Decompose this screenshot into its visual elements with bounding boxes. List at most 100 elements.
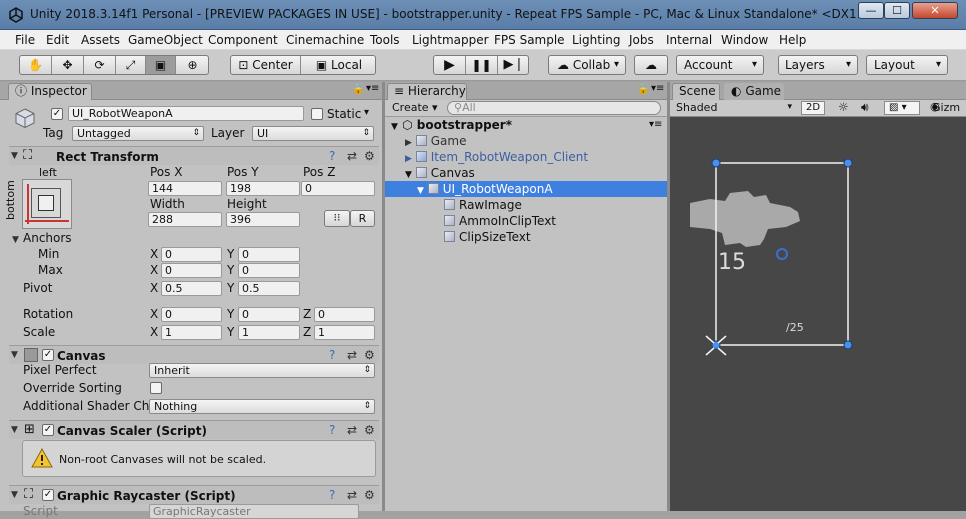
play-button[interactable]: ▶ [434, 56, 466, 74]
scene-viewport[interactable]: 15 /25 [670, 117, 966, 511]
maximize-button[interactable]: ☐ [884, 2, 910, 19]
hand-tool-icon[interactable]: ✋ [20, 56, 52, 74]
menu-tools[interactable]: Tools [370, 33, 400, 47]
tab-hierarchy[interactable]: ≡ Hierarchy [387, 83, 467, 100]
hierarchy-item-canvas[interactable]: ▼ Canvas [405, 165, 475, 181]
tab-scene[interactable]: Scene [672, 83, 720, 100]
hierarchy-search-input[interactable]: ⚲All [447, 101, 661, 115]
anchor-min-y-field[interactable]: 0 [238, 247, 300, 262]
shading-mode-dropdown[interactable]: Shaded ▾ [676, 101, 794, 115]
effects-dropdown[interactable]: ▨ ▾ [884, 101, 920, 115]
static-checkbox[interactable] [311, 108, 323, 120]
hierarchy-item-ui-robotweapona[interactable]: ▼ UI_RobotWeaponA [385, 181, 667, 197]
posz-field[interactable]: 0 [301, 181, 375, 196]
transform-tool-icon[interactable]: ⊕ [176, 56, 208, 74]
minimize-button[interactable]: — [858, 2, 884, 19]
hierarchy-lock-icon[interactable]: 🔒 [637, 84, 649, 95]
hierarchy-item-clipsize[interactable]: ClipSizeText [444, 229, 531, 245]
menu-fps-sample[interactable]: FPS Sample [494, 33, 565, 47]
menu-component[interactable]: Component [208, 33, 278, 47]
posx-field[interactable]: 144 [148, 181, 222, 196]
canvas-enabled-checkbox[interactable]: ✓ [42, 349, 54, 361]
move-tool-icon[interactable]: ✥ [52, 56, 84, 74]
anchors-foldout-icon[interactable]: ▼ [12, 235, 19, 245]
menu-internal[interactable]: Internal [666, 33, 712, 47]
rotation-z-field[interactable]: 0 [314, 307, 375, 322]
lighting-toggle-icon[interactable]: ☼ [838, 100, 849, 114]
pivot-x-field[interactable]: 0.5 [161, 281, 222, 296]
menu-file[interactable]: File [15, 33, 35, 47]
collab-dropdown[interactable]: ☁ Collab [548, 55, 626, 75]
close-button[interactable]: ✕ [912, 2, 958, 19]
shader-channels-dropdown[interactable]: Nothing [149, 399, 375, 414]
scaler-help-icon[interactable]: ? [329, 423, 335, 437]
menu-assets[interactable]: Assets [81, 33, 120, 47]
raw-edit-button[interactable]: R [350, 210, 375, 227]
canvas-settings-icon[interactable]: ⚙ [364, 348, 375, 362]
scale-z-field[interactable]: 1 [314, 325, 375, 340]
scene-menu-icon[interactable]: ▾≡ [649, 117, 662, 133]
help-icon[interactable]: ? [329, 149, 335, 163]
anchor-presets-button[interactable] [22, 179, 72, 229]
hierarchy-item-ammoinclip[interactable]: AmmoInClipText [444, 213, 556, 229]
active-checkbox[interactable]: ✓ [51, 108, 63, 120]
canvas-header[interactable]: ▼ ✓ Canvas ? ⇄ ⚙ [9, 345, 379, 364]
menu-gameobject[interactable]: GameObject [128, 33, 203, 47]
layers-dropdown[interactable]: Layers [778, 55, 858, 75]
pivot-center-button[interactable]: ⊡ Center [231, 56, 301, 74]
pivot-y-field[interactable]: 0.5 [238, 281, 300, 296]
canvas-scaler-header[interactable]: ▼ ⊞ ✓ Canvas Scaler (Script) ? ⇄ ⚙ [9, 420, 379, 439]
anchor-max-y-field[interactable]: 0 [238, 263, 300, 278]
anchor-max-x-field[interactable]: 0 [161, 263, 222, 278]
posy-field[interactable]: 198 [226, 181, 300, 196]
scale-x-field[interactable]: 1 [161, 325, 222, 340]
width-field[interactable]: 288 [148, 212, 222, 227]
graphic-raycaster-header[interactable]: ▼ ⛶ ✓ Graphic Raycaster (Script) ? ⇄ ⚙ [9, 485, 379, 504]
blueprint-mode-button[interactable]: ⁝⁝ [324, 210, 350, 227]
static-dropdown-icon[interactable]: ▾ [364, 107, 369, 118]
audio-toggle-icon[interactable]: 🔊︎ [861, 100, 869, 115]
scale-tool-icon[interactable]: ⤢ [116, 56, 146, 74]
pixel-perfect-dropdown[interactable]: Inherit [149, 363, 375, 378]
pause-button[interactable]: ❚❚ [466, 56, 498, 74]
rotation-x-field[interactable]: 0 [161, 307, 222, 322]
tab-inspector[interactable]: ⓘ Inspector [8, 83, 92, 100]
raycaster-preset-icon[interactable]: ⇄ [347, 488, 357, 502]
scaler-settings-icon[interactable]: ⚙ [364, 423, 375, 437]
lock-icon[interactable]: 🔒 [352, 84, 364, 95]
anchor-min-x-field[interactable]: 0 [161, 247, 222, 262]
cloud-button[interactable]: ☁ [634, 55, 668, 75]
rect-transform-header[interactable]: ▼ ⛶ Rect Transform ? ⇄ ⚙ [9, 146, 379, 165]
step-button[interactable]: ▶❘ [498, 56, 528, 74]
hierarchy-item-robotweapon-client[interactable]: ▶ Item_RobotWeapon_Client [405, 149, 588, 165]
menu-lighting[interactable]: Lighting [572, 33, 621, 47]
2d-toggle-button[interactable]: 2D [801, 101, 825, 115]
preset-icon[interactable]: ⇄ [347, 149, 357, 163]
scene-root-item[interactable]: ▼ ⬡ bootstrapper* ▾≡ [391, 117, 667, 133]
scale-y-field[interactable]: 1 [238, 325, 300, 340]
hierarchy-menu-icon[interactable]: ▾≡ [651, 83, 664, 94]
scaler-preset-icon[interactable]: ⇄ [347, 423, 357, 437]
height-field[interactable]: 396 [226, 212, 300, 227]
canvas-preset-icon[interactable]: ⇄ [347, 348, 357, 362]
raycaster-settings-icon[interactable]: ⚙ [364, 488, 375, 502]
menu-cinemachine[interactable]: Cinemachine [286, 33, 364, 47]
object-name-field[interactable]: UI_RobotWeaponA [68, 106, 304, 121]
layout-dropdown[interactable]: Layout [866, 55, 948, 75]
raycaster-enabled-checkbox[interactable]: ✓ [42, 489, 54, 501]
menu-help[interactable]: Help [779, 33, 806, 47]
rotation-y-field[interactable]: 0 [238, 307, 300, 322]
menu-window[interactable]: Window [721, 33, 768, 47]
layer-dropdown[interactable]: UI [252, 126, 374, 141]
settings-gear-icon[interactable]: ⚙ [364, 149, 375, 163]
gizmos-dropdown[interactable]: Gizm [932, 101, 960, 114]
canvas-help-icon[interactable]: ? [329, 348, 335, 362]
pivot-local-button[interactable]: ▣ Local [301, 56, 375, 74]
panel-menu-icon[interactable]: ▾≡ [366, 83, 379, 94]
hierarchy-item-game[interactable]: ▶ Game [405, 133, 466, 149]
raycaster-help-icon[interactable]: ? [329, 488, 335, 502]
scaler-enabled-checkbox[interactable]: ✓ [42, 424, 54, 436]
menu-jobs[interactable]: Jobs [629, 33, 654, 47]
tab-game[interactable]: ◐ Game [724, 83, 784, 100]
tag-dropdown[interactable]: Untagged [72, 126, 204, 141]
